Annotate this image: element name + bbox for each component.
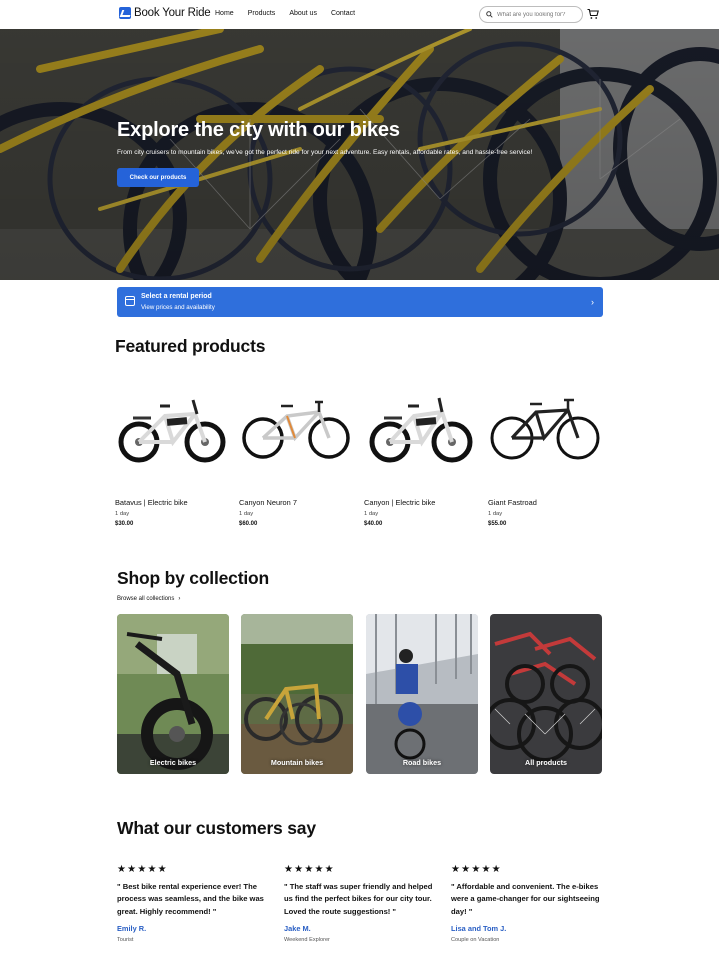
nav-contact[interactable]: Contact <box>331 10 355 17</box>
collections-heading: Shop by collection <box>117 568 269 588</box>
all-products-image <box>490 614 602 774</box>
mountain-bikes-image <box>241 614 353 774</box>
product-price: $30.00 <box>115 521 134 527</box>
product-card[interactable]: Giant Fastroad 1 day $55.00 <box>488 376 603 527</box>
product-price: $60.00 <box>239 521 258 527</box>
star-rating: ★★★★★ <box>451 864 502 875</box>
rental-period-subtitle: View prices and availability <box>141 304 215 311</box>
testimonial-quote: " The staff was super friendly and helpe… <box>284 882 433 916</box>
testimonial-card: ★★★★★ " Affordable and convenient. The e… <box>451 864 601 943</box>
road-bike-image <box>490 398 600 460</box>
electric-bike-image <box>118 399 226 463</box>
star-rating: ★★★★★ <box>117 864 168 875</box>
site-logo[interactable]: Book Your Ride <box>119 7 211 19</box>
collection-all-products[interactable]: All products <box>490 614 602 774</box>
product-period: 1 day <box>488 511 503 517</box>
hero-title: Explore the city with our bikes <box>117 119 400 141</box>
electric-bike-image <box>369 397 473 463</box>
collection-mountain-bikes[interactable]: Mountain bikes <box>241 614 353 774</box>
product-card[interactable]: Batavus | Electric bike 1 day $30.00 <box>115 376 230 527</box>
site-header: Book Your Ride Home Products About us Co… <box>0 0 719 29</box>
chevron-right-icon: › <box>591 297 594 307</box>
rental-period-title: Select a rental period <box>141 293 212 300</box>
testimonial-role: Tourist <box>117 937 134 943</box>
collection-label: Mountain bikes <box>270 758 324 767</box>
nav-about-us[interactable]: About us <box>289 10 317 17</box>
collection-label: Electric bikes <box>149 758 197 767</box>
collection-label: All products <box>525 758 567 767</box>
featured-heading: Featured products <box>115 336 266 356</box>
testimonial-author: Jake M. <box>284 924 311 933</box>
main-nav: Home Products About us Contact <box>215 10 355 17</box>
star-rating: ★★★★★ <box>284 864 335 875</box>
product-name[interactable]: Batavus | Electric bike <box>115 498 188 507</box>
cart-icon[interactable] <box>587 8 599 20</box>
product-name[interactable]: Giant Fastroad <box>488 498 537 507</box>
testimonial-author: Lisa and Tom J. <box>451 924 507 933</box>
testimonial-author: Emily R. <box>117 924 147 933</box>
logo-icon <box>119 7 131 19</box>
calendar-icon <box>125 296 135 306</box>
testimonial-card: ★★★★★ " Best bike rental experience ever… <box>117 864 267 943</box>
testimonial-role: Couple on Vacation <box>451 937 500 943</box>
nav-products[interactable]: Products <box>248 10 276 17</box>
browse-all-label: Browse all collections <box>117 596 175 602</box>
hero-banner: Explore the city with our bikes From cit… <box>0 29 719 280</box>
product-period: 1 day <box>239 511 254 517</box>
electric-bikes-image <box>117 614 229 774</box>
rental-period-selector[interactable]: Select a rental period View prices and a… <box>117 287 603 317</box>
check-products-button[interactable]: Check our products <box>117 168 199 187</box>
product-name[interactable]: Canyon | Electric bike <box>364 498 435 507</box>
product-card[interactable]: Canyon | Electric bike 1 day $40.00 <box>364 376 479 527</box>
collection-label: Road bikes <box>402 758 442 767</box>
product-price: $40.00 <box>364 521 383 527</box>
testimonial-quote: " Best bike rental experience ever! The … <box>117 882 264 916</box>
product-name[interactable]: Canyon Neuron 7 <box>239 498 297 507</box>
product-card[interactable]: Canyon Neuron 7 1 day $60.00 <box>239 376 354 527</box>
collection-electric-bikes[interactable]: Electric bikes <box>117 614 229 774</box>
nav-home[interactable]: Home <box>215 10 234 17</box>
browse-all-collections-link[interactable]: Browse all collections › <box>117 596 180 602</box>
product-price: $55.00 <box>488 521 507 527</box>
chevron-right-icon: › <box>178 596 181 602</box>
road-bikes-image <box>366 614 478 774</box>
testimonial-quote: " Affordable and convenient. The e-bikes… <box>451 882 600 916</box>
search-box <box>479 6 583 23</box>
search-icon <box>486 11 493 18</box>
hero-subtitle: From city cruisers to mountain bikes, we… <box>117 149 533 156</box>
search-input[interactable] <box>497 11 577 18</box>
testimonial-role: Weekend Explorer <box>284 937 330 943</box>
mountain-bike-image <box>242 400 350 459</box>
testimonial-card: ★★★★★ " The staff was super friendly and… <box>284 864 434 943</box>
testimonials-heading: What our customers say <box>117 818 316 838</box>
logo-text: Book Your Ride <box>134 7 211 19</box>
collection-road-bikes[interactable]: Road bikes <box>366 614 478 774</box>
product-period: 1 day <box>364 511 379 517</box>
product-period: 1 day <box>115 511 130 517</box>
